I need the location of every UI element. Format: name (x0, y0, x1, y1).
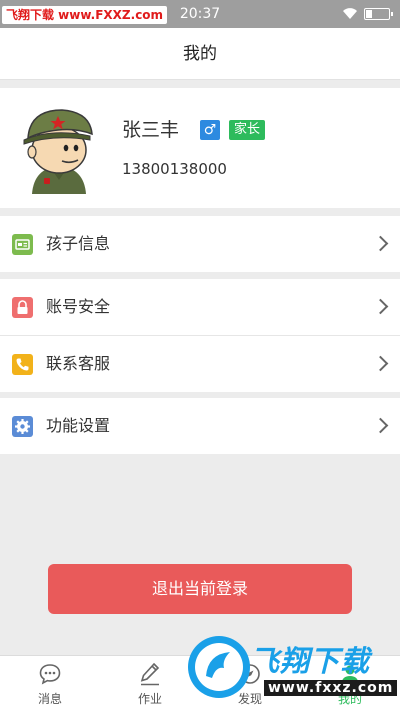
phone-icon (12, 354, 33, 375)
menu-label: 功能设置 (46, 416, 111, 435)
logout-button[interactable]: 退出当前登录 (48, 564, 352, 614)
watermark-text: 飞翔下载 (250, 644, 371, 678)
chevron-right-icon (372, 355, 389, 372)
male-gender-icon: ♂ (200, 120, 220, 140)
chevron-right-icon (372, 235, 389, 252)
menu-item-contact-service[interactable]: 联系客服 (0, 336, 400, 392)
menu-item-children-info[interactable]: 孩子信息 (0, 216, 400, 272)
watermark-bottom: 飞翔下载 www.fxxz.com (182, 630, 398, 706)
watermark-logo (188, 636, 250, 698)
tab-messages[interactable]: 消息 (0, 656, 100, 712)
menu-label: 孩子信息 (46, 234, 111, 253)
wifi-icon (343, 8, 357, 19)
chevron-right-icon (372, 417, 389, 434)
user-name: 张三丰 (122, 119, 180, 141)
pencil-icon (140, 662, 160, 686)
chevron-right-icon (372, 298, 389, 315)
menu-label: 联系客服 (46, 354, 111, 373)
status-bar: 飞翔下载 www.FXXZ.com 20:37 (0, 0, 400, 28)
page-title: 我的 (0, 28, 400, 80)
menu-label: 账号安全 (46, 297, 111, 316)
user-phone: 13800138000 (122, 160, 227, 178)
chat-bubble-icon (39, 664, 61, 685)
gear-icon (12, 416, 33, 437)
battery-icon (364, 7, 393, 20)
menu-item-account-security[interactable]: 账号安全 (0, 279, 400, 335)
tab-label: 消息 (37, 692, 62, 706)
menu-item-function-settings[interactable]: 功能设置 (0, 398, 400, 454)
lock-icon (12, 297, 33, 318)
watermark-url: www.fxxz.com (264, 680, 398, 696)
role-badge: 家长 (229, 120, 266, 140)
status-icons (342, 7, 393, 20)
avatar (23, 109, 93, 194)
profile-card[interactable]: 张三丰 ♂ 家长 13800138000 (0, 88, 400, 208)
status-time: 20:37 (179, 6, 221, 22)
id-card-icon (12, 234, 33, 255)
